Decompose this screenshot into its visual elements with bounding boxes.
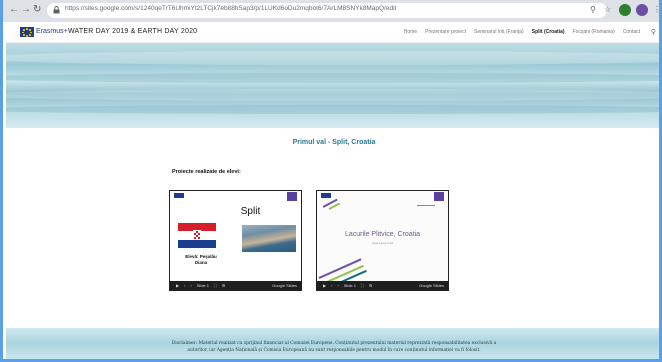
nav-item-split[interactable]: Split (Croatia) (532, 29, 565, 35)
url-text: https://sites.google.com/s/1240qeTrT6Uhm… (65, 5, 397, 12)
split-city-photo (242, 225, 296, 252)
slides-embed-split[interactable]: Split Elevă: Peșalău Diana ▶ ‹ › Slide 1… (169, 190, 302, 291)
zoom-icon[interactable]: ⚲ (590, 5, 596, 14)
school-logo-icon (287, 192, 297, 201)
gear-icon[interactable]: ⚙ (369, 283, 373, 288)
play-icon[interactable]: ▶ (323, 283, 326, 288)
slide-caption: Elevă: Peșalău Diana (185, 254, 217, 265)
slides-embed-plitvice[interactable]: Lacurile Plitvice, Croatia Oană Georgi A… (316, 190, 449, 291)
erasmus-logo-text: Erasmus+ (36, 28, 68, 35)
slide-title: Split (240, 206, 261, 217)
back-icon[interactable]: ← (9, 4, 19, 16)
forward-icon[interactable]: → (21, 4, 31, 16)
nav-item-contact[interactable]: Contact (623, 29, 640, 35)
page-heading: Primul val - Split, Croatia (292, 139, 376, 146)
google-slides-brand[interactable]: Google Slides (272, 283, 297, 288)
slide-subtitle: Oană Georgi Anisă (371, 242, 394, 245)
site-title[interactable]: WATER DAY 2019 & EARTH DAY 2020 (68, 28, 197, 35)
extension-icon[interactable] (619, 4, 631, 16)
gear-icon[interactable]: ⚙ (222, 283, 226, 288)
school-logo-icon (434, 192, 444, 201)
hero-water-banner (6, 43, 659, 128)
prev-slide-icon[interactable]: ‹ (331, 283, 332, 288)
slides-controls: ▶ ‹ › Slide 1 ⛶ ⚙ Google Slides (317, 281, 448, 290)
nav-item-prezentare-proiect[interactable]: Prezentare proiect (425, 29, 466, 35)
site-header: Erasmus+ WATER DAY 2019 & EARTH DAY 2020… (6, 22, 659, 43)
fullscreen-icon[interactable]: ⛶ (361, 283, 364, 288)
browser-toolbar: ← → ↻ https://sites.google.com/s/1240qeT… (3, 0, 659, 22)
eu-flag-icon (321, 193, 331, 198)
play-icon[interactable]: ▶ (176, 283, 179, 288)
search-icon[interactable]: ⚲ (651, 28, 656, 36)
nav-item-home[interactable]: Home (404, 29, 417, 35)
next-slide-icon[interactable]: › (190, 283, 191, 288)
main-content: Primul val - Split, Croatia Proiecte rea… (6, 128, 659, 328)
slide-indicator[interactable]: Slide 1 (344, 283, 356, 288)
slide-title: Lacurile Plitvice, Croatia (344, 231, 421, 238)
google-slides-brand[interactable]: Google Slides (419, 283, 444, 288)
next-slide-icon[interactable]: › (337, 283, 338, 288)
reload-icon[interactable]: ↻ (33, 4, 41, 16)
eu-flag-icon (174, 193, 184, 198)
eu-flag-icon (20, 27, 34, 37)
browser-window: ← → ↻ https://sites.google.com/s/1240qeT… (0, 0, 662, 362)
croatia-flag-icon (178, 223, 216, 248)
nav-item-focsani[interactable]: Focșani (Romania) (573, 29, 615, 35)
address-bar[interactable]: https://sites.google.com/s/1240qeTrT6Uhm… (47, 3, 607, 18)
prev-slide-icon[interactable]: ‹ (184, 283, 185, 288)
slide-indicator[interactable]: Slide 1 (197, 283, 209, 288)
profile-avatar[interactable] (636, 4, 648, 16)
browser-menu-icon[interactable]: ⋮ (653, 5, 659, 14)
lock-icon (53, 6, 60, 14)
site-nav: Home Prezentare proiect Seminarul Iniț (… (404, 29, 640, 35)
projects-heading: Proiecte realizate de elevi: (172, 169, 241, 175)
slides-controls: ▶ ‹ › Slide 1 ⛶ ⚙ Google Slides (170, 281, 301, 290)
nav-item-seminarul[interactable]: Seminarul Iniț (Franța) (474, 29, 524, 35)
bookmark-star-icon[interactable]: ☆ (604, 5, 611, 14)
disclaimer-text: Disclaimer: Material realizat cu sprijin… (171, 341, 497, 353)
fullscreen-icon[interactable]: ⛶ (214, 283, 217, 288)
site-footer: Disclaimer: Material realizat cu sprijin… (6, 328, 659, 359)
